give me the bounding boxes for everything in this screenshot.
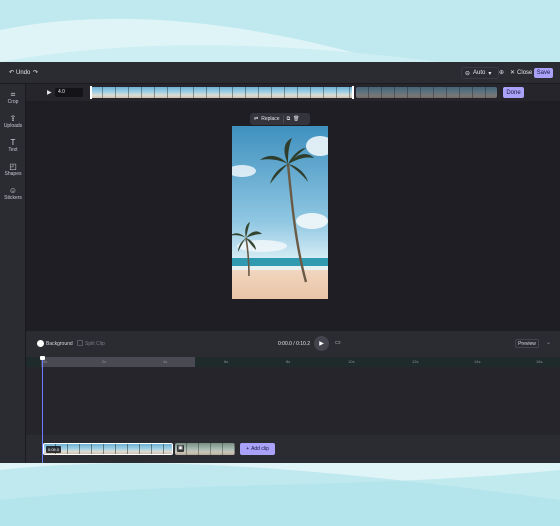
- video-clip[interactable]: 0:05.0: [43, 443, 173, 455]
- canvas-floating-toolbar: ⇄ Replace ⧉ 🗑: [250, 113, 310, 125]
- tool-uploads[interactable]: ⇪ Uploads: [0, 114, 26, 129]
- play-icon[interactable]: ▶: [47, 89, 52, 96]
- trim-time-value: 4.0: [58, 89, 65, 95]
- tool-uploads-label: Uploads: [3, 123, 23, 129]
- zoom-in-icon[interactable]: ⊕: [499, 69, 504, 76]
- ruler-tick: 12s: [412, 359, 419, 364]
- tool-crop-label: Crop: [7, 99, 19, 105]
- timeline-ruler[interactable]: 0s 2s 4s 6s 8s 10s 12s 14s 16s: [26, 357, 560, 367]
- chevron-down-icon: ▾: [488, 70, 492, 77]
- zoom-out-icon: ⊖: [465, 70, 471, 77]
- background-label[interactable]: Background: [46, 341, 73, 347]
- ruler-tick: 8s: [286, 359, 291, 364]
- close-icon: ✕: [510, 70, 516, 76]
- toolbar-divider: [282, 115, 284, 123]
- canvas-area: ⇄ Replace ⧉ 🗑: [26, 101, 560, 331]
- fullscreen-preview-icon[interactable]: ▭: [335, 339, 341, 346]
- chevron-down-icon[interactable]: ⌄: [546, 339, 551, 346]
- timecode: 0:00.0 / 0:10.2: [278, 341, 310, 347]
- palm-beach-image: [232, 126, 328, 299]
- upload-icon: ⇪: [9, 114, 17, 123]
- playback-controls: Background Split Clip 0:00.0 / 0:10.2 ▶ …: [26, 331, 560, 357]
- trim-time-input[interactable]: 4.0: [55, 88, 83, 97]
- shapes-icon: ◰: [9, 162, 17, 171]
- playhead-handle[interactable]: [40, 356, 45, 360]
- duplicate-icon[interactable]: ⧉: [287, 116, 291, 122]
- zoom-select[interactable]: ⊖ Auto ▾: [461, 67, 499, 79]
- ruler-tick: 2s: [102, 359, 107, 364]
- close-button[interactable]: ✕ Close: [510, 69, 533, 77]
- add-clip-button[interactable]: + Add clip: [240, 443, 275, 455]
- trim-filmstrip-selected[interactable]: [90, 87, 354, 98]
- playhead[interactable]: [42, 357, 43, 463]
- play-icon: ▶: [319, 341, 324, 347]
- plus-icon: +: [246, 446, 250, 452]
- preview-button[interactable]: Preview: [515, 339, 539, 348]
- play-button[interactable]: ▶: [314, 336, 329, 351]
- save-button[interactable]: Save: [534, 68, 553, 78]
- delete-icon[interactable]: 🗑: [293, 116, 299, 122]
- trim-bar: ▶ 4.0 Done: [26, 84, 560, 101]
- tool-crop[interactable]: ⌗ Crop: [0, 90, 26, 105]
- clip-duration: 0:05.0: [46, 446, 62, 453]
- tool-shapes-label: Shapes: [4, 171, 22, 177]
- tool-text-label: Text: [8, 147, 18, 153]
- undo-button[interactable]: ↶ Undo: [9, 69, 31, 77]
- replace-icon: ⇄: [254, 116, 259, 122]
- ruler-tick: 4s: [163, 359, 168, 364]
- clip-track: 0:05.0 ▣ + Add clip: [26, 435, 560, 463]
- video-clip[interactable]: ▣: [175, 443, 235, 455]
- ruler-active-range: [41, 357, 195, 367]
- image-icon: ▣: [177, 445, 184, 452]
- replace-button[interactable]: Replace: [261, 116, 279, 122]
- sticker-icon: ☺: [8, 186, 18, 195]
- text-icon: T: [10, 138, 16, 147]
- ruler-tick: 16s: [536, 359, 543, 364]
- undo-icon: ↶: [9, 70, 15, 76]
- tool-text[interactable]: T Text: [0, 138, 26, 153]
- ruler-tick: 6s: [224, 359, 229, 364]
- ruler-tick: 10s: [348, 359, 355, 364]
- background-color-swatch[interactable]: [37, 340, 44, 347]
- done-button[interactable]: Done: [503, 87, 524, 98]
- video-preview-frame[interactable]: [232, 126, 328, 299]
- undo-label: Undo: [16, 69, 31, 76]
- split-clip-label[interactable]: Split Clip: [85, 341, 105, 347]
- trim-handle-end[interactable]: [352, 86, 354, 99]
- redo-button[interactable]: ↷: [33, 69, 38, 76]
- zoom-value: Auto: [473, 70, 486, 76]
- tool-shapes[interactable]: ◰ Shapes: [0, 162, 26, 177]
- split-clip-icon[interactable]: [77, 340, 83, 346]
- left-toolbar: ⌗ Crop ⇪ Uploads T Text ◰ Shapes ☺ Stick…: [0, 84, 26, 463]
- close-label: Close: [517, 69, 533, 76]
- video-editor-window: ↶ Undo ↷ ⊖ Auto ▾ ⊕ ✕ Close Save ⌗ Crop …: [0, 62, 560, 463]
- timeline-area[interactable]: [26, 367, 560, 435]
- ruler-tick: 14s: [474, 359, 481, 364]
- crop-icon: ⌗: [10, 90, 16, 99]
- add-clip-label: Add clip: [251, 446, 269, 452]
- top-toolbar: ↶ Undo ↷ ⊖ Auto ▾ ⊕ ✕ Close Save: [0, 62, 560, 84]
- tool-stickers[interactable]: ☺ Stickers: [0, 186, 26, 201]
- trim-handle-start[interactable]: [90, 86, 92, 99]
- trim-filmstrip-unselected[interactable]: [356, 87, 497, 98]
- tool-stickers-label: Stickers: [4, 195, 22, 201]
- redo-icon: ↷: [33, 70, 39, 76]
